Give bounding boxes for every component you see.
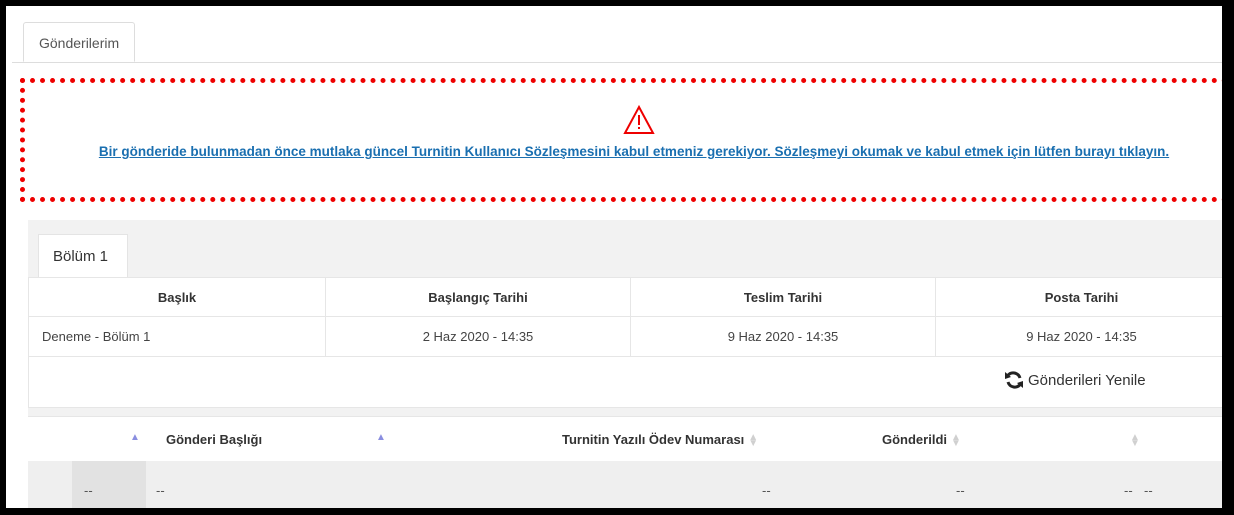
header-extra[interactable]: ▲ ▼ — [1126, 431, 1140, 449]
tab-my-submissions[interactable]: Gönderilerim — [23, 22, 136, 62]
section-panel: Bölüm 1 Başlık Başlangıç Tarihi Teslim T… — [28, 220, 1222, 508]
cell-value: -- — [84, 483, 93, 498]
assignment-info-table: Başlık Başlangıç Tarihi Teslim Tarihi Po… — [28, 277, 1222, 357]
header-due-date: Teslim Tarihi — [630, 277, 936, 317]
cell-value: -- — [762, 483, 771, 498]
table-row: Deneme - Bölüm 1 2 Haz 2020 - 14:35 9 Ha… — [28, 316, 1222, 357]
sort-icon: ▲ ▼ — [1130, 431, 1140, 449]
header-title: Başlık — [28, 277, 326, 317]
refresh-icon — [1005, 371, 1023, 389]
table-row: -- -- -- -- -- -- — [28, 461, 1222, 508]
header-paper-id[interactable]: Turnitin Yazılı Ödev Numarası ▲ ▼ — [562, 431, 759, 449]
header-paper-id-label: Turnitin Yazılı Ödev Numarası — [562, 432, 745, 447]
header-submission-title[interactable]: Gönderi Başlığı — [166, 432, 262, 447]
header-start-date: Başlangıç Tarihi — [325, 277, 631, 317]
table-header-row: Başlık Başlangıç Tarihi Teslim Tarihi Po… — [28, 277, 1222, 317]
header-post-date: Posta Tarihi — [935, 277, 1222, 317]
cell-start-date: 2 Haz 2020 - 14:35 — [325, 316, 631, 357]
warning-icon — [623, 105, 655, 134]
sort-asc-icon[interactable]: ▲ — [376, 432, 386, 443]
cell-value: -- — [156, 483, 165, 498]
header-submitted-label: Gönderildi — [882, 432, 947, 447]
tab-section-1[interactable]: Bölüm 1 — [38, 234, 128, 278]
cell-post-date: 9 Haz 2020 - 14:35 — [935, 316, 1222, 357]
refresh-row: Gönderileri Yenile — [28, 356, 1222, 408]
cell-value: -- — [956, 483, 965, 498]
header-submitted[interactable]: Gönderildi ▲ ▼ — [882, 431, 961, 449]
submissions-table: ▲ Gönderi Başlığı ▲ Turnitin Yazılı Ödev… — [28, 416, 1222, 508]
accept-eula-link[interactable]: Bir gönderide bulunmadan önce mutlaka gü… — [59, 141, 1209, 162]
sort-icon: ▲ ▼ — [951, 431, 961, 449]
window-frame: Gönderilerim Bir gönderide bulunmadan ön… — [0, 0, 1234, 515]
eula-notice: Bir gönderide bulunmadan önce mutlaka gü… — [20, 78, 1222, 202]
sort-asc-icon[interactable]: ▲ — [130, 432, 140, 443]
cell-due-date: 9 Haz 2020 - 14:35 — [630, 316, 936, 357]
cell-value: -- — [1124, 483, 1133, 498]
cell-title: Deneme - Bölüm 1 — [28, 316, 326, 357]
refresh-submissions-button[interactable]: Gönderileri Yenile — [1004, 371, 1146, 389]
sort-icon: ▲ ▼ — [748, 431, 759, 449]
cell-value: -- — [1144, 483, 1153, 498]
submissions-header: ▲ Gönderi Başlığı ▲ Turnitin Yazılı Ödev… — [28, 417, 1222, 461]
refresh-label: Gönderileri Yenile — [1028, 371, 1146, 389]
top-tab-bar: Gönderilerim — [12, 12, 1222, 63]
